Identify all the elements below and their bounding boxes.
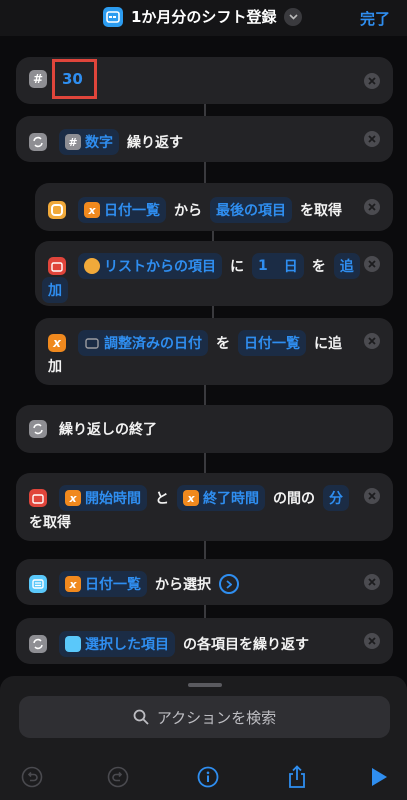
static-text: と <box>155 491 169 507</box>
action-search-field[interactable]: アクションを検索 <box>19 696 390 738</box>
static-text: を取得 <box>29 515 71 531</box>
append-row-2: 加 <box>48 356 70 376</box>
list-items-icon <box>84 258 100 274</box>
adjusted-date-token[interactable]: 調整済みの日付 <box>78 330 208 356</box>
end-repeat-row: 繰り返しの終了 <box>29 419 165 439</box>
static-text: から選択 <box>155 577 211 593</box>
shortcut-title: 1か月分のシフト登録 <box>131 8 277 26</box>
static-text: から <box>174 203 202 219</box>
shortcut-app-icon <box>103 6 123 27</box>
choose-row: x 日付一覧 から選択 <box>29 571 239 597</box>
list-icon <box>29 575 47 593</box>
add-amount-token[interactable]: 1日 <box>252 253 304 279</box>
undo-icon[interactable] <box>19 764 45 790</box>
search-placeholder: アクションを検索 <box>156 708 277 727</box>
append-row: x 調整済みの日付 を 日付一覧 に追 <box>48 330 350 356</box>
repeat-action-row: # 数字 繰り返す <box>29 129 191 155</box>
repeat-each-row: 選択した項目 の各項目を繰り返す <box>29 631 317 657</box>
end-repeat-label: 繰り返しの終了 <box>59 422 157 438</box>
flow-connector <box>204 104 206 116</box>
repeat-label: 繰り返す <box>127 135 183 151</box>
flow-connector <box>204 453 206 473</box>
static-text: を取得 <box>300 203 342 219</box>
remove-action-button[interactable] <box>364 488 380 504</box>
add-date-row: リストからの項目 に 1日 を 追 <box>48 253 368 279</box>
get-item-row: x 日付一覧 から 最後の項目 を取得 <box>48 197 350 223</box>
date-list-token[interactable]: x 日付一覧 <box>59 571 147 597</box>
bottom-toolbar <box>0 756 407 800</box>
static-text: に <box>230 259 244 275</box>
unit-token[interactable]: 分 <box>323 485 349 511</box>
search-icon <box>133 709 149 725</box>
flow-connector <box>204 541 206 559</box>
share-icon[interactable] <box>284 764 310 790</box>
number-variable-token[interactable]: # 数字 <box>59 129 119 155</box>
nav-bar: 1か月分のシフト登録 完了 <box>0 0 407 36</box>
remove-action-button[interactable] <box>364 256 380 272</box>
operation-token-cont[interactable]: 加 <box>42 277 68 303</box>
last-item-token[interactable]: 最後の項目 <box>210 197 292 223</box>
flow-connector <box>204 162 206 183</box>
calendar-adjust-icon <box>29 489 47 507</box>
play-icon[interactable] <box>366 764 392 790</box>
remove-action-button[interactable] <box>364 333 380 349</box>
variable-icon: x <box>183 490 199 506</box>
info-icon[interactable] <box>195 764 221 790</box>
time-between-row: x 開始時間 と x 終了時間 の間の 分 <box>29 485 357 511</box>
variable-icon: x <box>84 202 100 218</box>
remove-action-button[interactable] <box>364 199 380 215</box>
number-value[interactable]: 30 <box>62 70 83 88</box>
static-text: の各項目を繰り返す <box>183 637 309 653</box>
remove-action-button[interactable] <box>364 633 380 649</box>
list-item-token[interactable]: リストからの項目 <box>78 253 222 279</box>
flow-connector <box>212 306 214 318</box>
remove-action-button[interactable] <box>364 73 380 89</box>
static-text: 加 <box>48 359 62 375</box>
calendar-adjust-icon <box>84 335 100 351</box>
static-text: に追 <box>314 336 342 352</box>
sheet-grabber[interactable] <box>188 683 222 687</box>
selected-item-token[interactable]: 選択した項目 <box>59 631 175 657</box>
repeat-each-icon <box>29 635 47 653</box>
operation-token[interactable]: 追 <box>333 253 360 279</box>
remove-action-button[interactable] <box>364 574 380 590</box>
repeat-icon <box>29 420 47 438</box>
static-text: を <box>216 336 230 352</box>
list-icon <box>65 636 81 652</box>
repeat-icon <box>29 133 47 151</box>
redo-icon[interactable] <box>105 764 131 790</box>
calendar-adjust-icon <box>48 257 66 275</box>
variable-icon: x <box>48 334 66 352</box>
remove-action-button[interactable] <box>364 131 380 147</box>
end-time-token[interactable]: x 終了時間 <box>177 485 265 511</box>
variable-icon: x <box>65 576 81 592</box>
date-list-token[interactable]: 日付一覧 <box>238 330 306 356</box>
static-text: の間の <box>273 491 315 507</box>
flow-connector <box>212 231 214 241</box>
number-icon: # <box>29 70 47 88</box>
list-items-icon <box>48 201 66 219</box>
variable-icon: x <box>65 490 81 506</box>
done-button[interactable]: 完了 <box>360 8 390 29</box>
flow-connector <box>204 385 206 405</box>
chevron-right-circle-icon[interactable] <box>219 574 239 594</box>
static-text: を <box>311 259 326 275</box>
flow-connector <box>204 605 206 618</box>
variable-token-date-list[interactable]: x 日付一覧 <box>78 197 166 223</box>
title-button[interactable]: 1か月分のシフト登録 <box>103 6 303 27</box>
start-time-token[interactable]: x 開始時間 <box>59 485 147 511</box>
time-between-row-2: を取得 <box>29 512 79 532</box>
chevron-down-icon[interactable] <box>284 7 303 26</box>
number-icon: # <box>65 134 81 150</box>
add-date-row-2: 加 <box>42 277 76 303</box>
